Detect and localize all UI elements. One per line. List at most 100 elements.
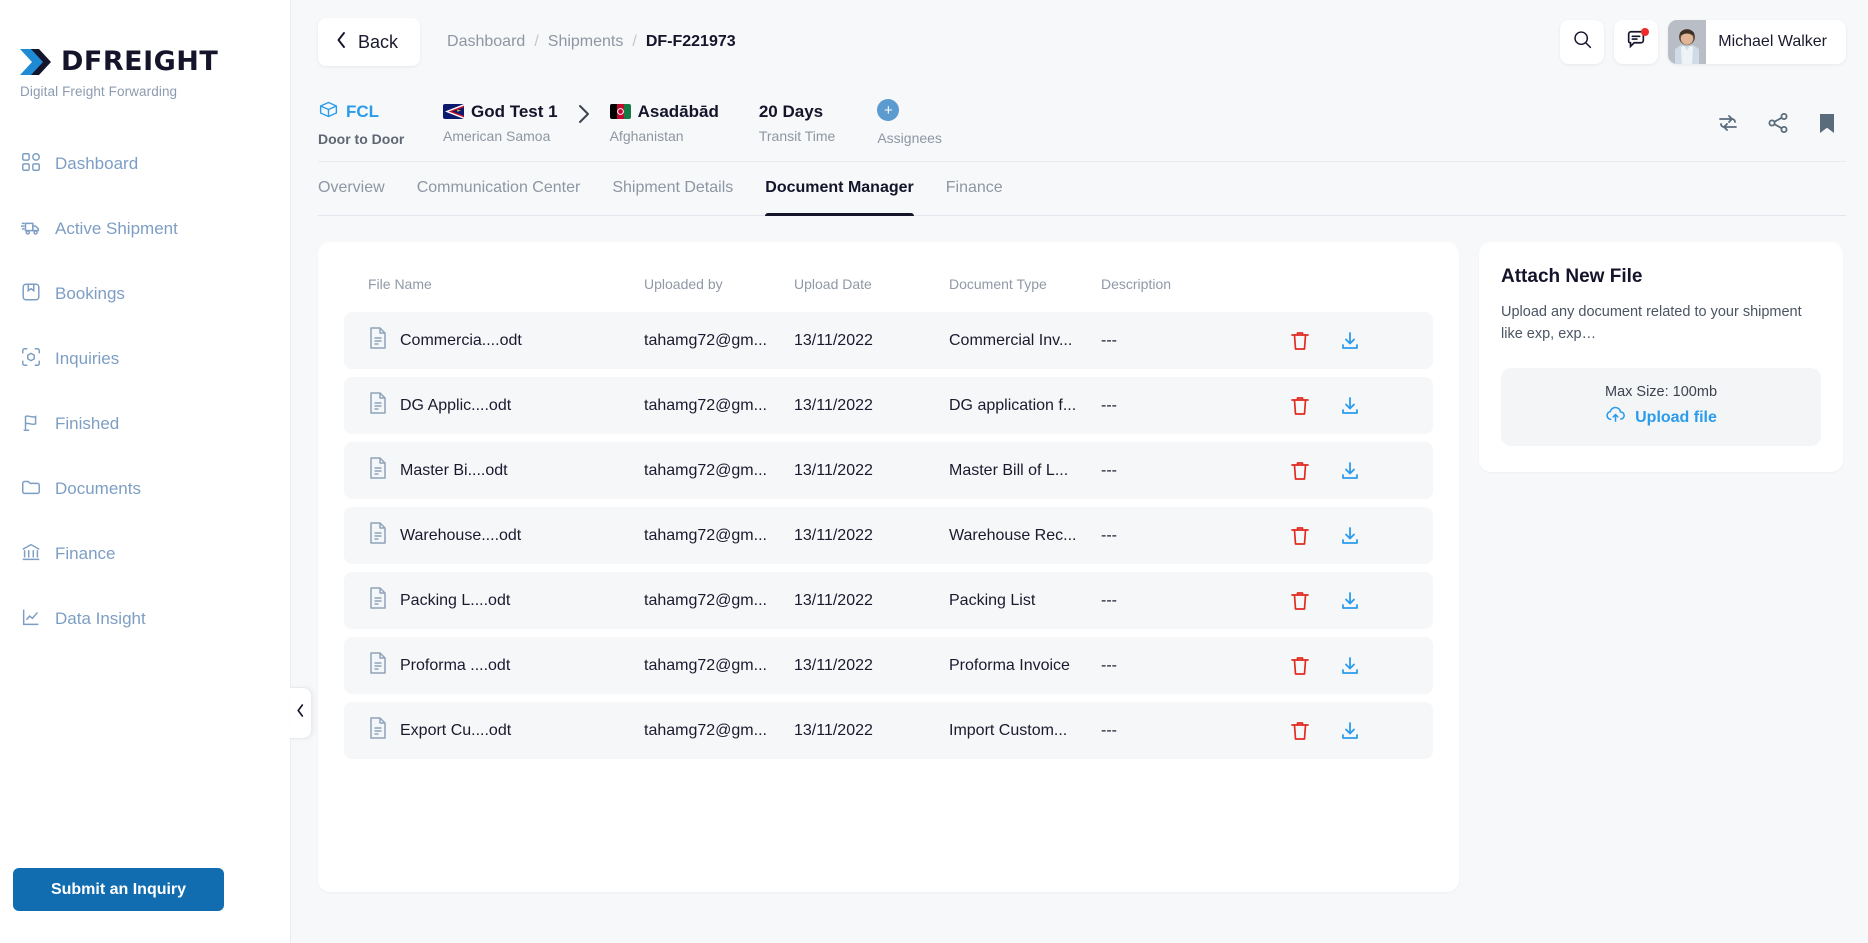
sidebar-item-bookings[interactable]: Bookings [0, 275, 290, 313]
table-row[interactable]: Master Bi....odt tahamg72@gm... 13/11/2022… [344, 442, 1433, 499]
grid-icon [20, 151, 42, 178]
delete-icon[interactable] [1289, 394, 1311, 418]
bookmark-icon[interactable] [1816, 111, 1838, 135]
file-name-text: Export Cu....odt [400, 721, 512, 739]
cell-uploaded-by: tahamg72@gm... [644, 591, 767, 609]
summary-assignees-label: Assignees [877, 130, 942, 146]
cell-description: --- [1101, 721, 1117, 739]
cell-upload-date: 13/11/2022 [794, 526, 873, 544]
cell-description: --- [1101, 526, 1117, 544]
cell-document-type: DG application f... [949, 396, 1077, 414]
cell-uploaded-by: tahamg72@gm... [644, 396, 767, 414]
documents-table-card: File Name Uploaded by Upload Date Docume… [318, 242, 1459, 892]
brand-logo[interactable]: DFREIGHT Digital Freight Forwarding [0, 0, 290, 99]
summary-destination-country: Afghanistan [609, 127, 684, 144]
download-icon[interactable] [1339, 329, 1361, 353]
delete-icon[interactable] [1289, 654, 1311, 678]
cell-file-name: Packing L....odt [344, 572, 644, 629]
submit-inquiry-button[interactable]: Submit an Inquiry [13, 868, 224, 911]
download-icon[interactable] [1339, 589, 1361, 613]
breadcrumb: Dashboard / Shipments / DF-F221973 [447, 33, 736, 51]
notification-badge [1641, 28, 1650, 36]
delete-icon[interactable] [1289, 589, 1311, 613]
flag-afghanistan-icon [609, 104, 631, 119]
sidebar-item-documents[interactable]: Documents [0, 470, 290, 508]
sidebar-item-dashboard[interactable]: Dashboard [0, 145, 290, 183]
sidebar-item-active-shipment[interactable]: Active Shipment [0, 210, 290, 248]
delete-icon[interactable] [1289, 459, 1311, 483]
main-area: Back Dashboard / Shipments / DF-F221973 [291, 0, 1868, 943]
sidebar-item-finance[interactable]: Finance [0, 535, 290, 573]
table-header: File Name Uploaded by Upload Date Docume… [344, 276, 1433, 304]
file-name-text: Proforma ....odt [400, 656, 511, 674]
sidebar-item-finished[interactable]: Finished [0, 405, 290, 443]
download-icon[interactable] [1339, 654, 1361, 678]
table-row[interactable]: Commercia....odt tahamg72@gm... 13/11/2022… [344, 312, 1433, 369]
tab-overview[interactable]: Overview [318, 162, 385, 215]
file-name-text: Packing L....odt [400, 591, 511, 609]
cell-upload-date: 13/11/2022 [794, 721, 873, 739]
flag-american-samoa-icon [443, 104, 464, 119]
tab-communication-center[interactable]: Communication Center [417, 162, 581, 215]
delete-icon[interactable] [1289, 719, 1311, 743]
cell-upload-date: 13/11/2022 [794, 591, 873, 609]
cell-document-type: Proforma Invoice [949, 656, 1070, 674]
column-header-uploaded-by: Uploaded by [644, 276, 723, 292]
file-icon [368, 326, 388, 355]
truck-icon [20, 216, 42, 243]
table-row[interactable]: DG Applic....odt tahamg72@gm... 13/11/2022… [344, 377, 1433, 434]
cell-description: --- [1101, 461, 1117, 479]
summary-transit-value: 20 Days [758, 101, 824, 121]
delete-icon[interactable] [1289, 329, 1311, 353]
breadcrumb-item-shipments[interactable]: Shipments [548, 33, 624, 51]
search-button[interactable] [1560, 20, 1605, 64]
messages-button[interactable] [1614, 20, 1659, 64]
download-icon[interactable] [1339, 524, 1361, 548]
sidebar-nav: Dashboard Active Shipment Bookings Inqui… [0, 145, 290, 638]
cell-actions [1281, 637, 1433, 694]
summary-transit-label: Transit Time [758, 127, 836, 144]
download-icon[interactable] [1339, 394, 1361, 418]
sidebar-item-inquiries[interactable]: Inquiries [0, 340, 290, 378]
file-icon [368, 391, 388, 420]
delete-icon[interactable] [1289, 524, 1311, 548]
refresh-icon[interactable] [1716, 111, 1740, 135]
file-name-text: Master Bi....odt [400, 461, 508, 479]
summary-destination-city: Asadābād [637, 101, 719, 121]
tab-shipment-details[interactable]: Shipment Details [612, 162, 733, 215]
add-assignee-button[interactable]: + [877, 99, 900, 121]
cell-uploaded-by: tahamg72@gm... [644, 721, 767, 739]
sidebar-collapse-toggle[interactable] [290, 687, 312, 739]
share-icon[interactable] [1766, 111, 1790, 135]
summary-assignees: + Assignees [877, 99, 942, 146]
sidebar-item-label: Inquiries [55, 349, 120, 368]
cell-document-type: Import Custom... [949, 721, 1068, 739]
download-icon[interactable] [1339, 459, 1361, 483]
max-size-label: Max Size: 100mb [1604, 384, 1718, 400]
table-row[interactable]: Export Cu....odt tahamg72@gm... 13/11/2022… [344, 702, 1433, 759]
table-row[interactable]: Packing L....odt tahamg72@gm... 13/11/2022… [344, 572, 1433, 629]
sidebar-item-label: Active Shipment [55, 219, 178, 238]
cell-file-name: Master Bi....odt [344, 442, 644, 499]
user-menu[interactable]: Michael Walker [1668, 20, 1846, 64]
tab-finance[interactable]: Finance [946, 162, 1003, 215]
upload-file-button[interactable]: Upload file [1605, 406, 1717, 429]
column-header-document-type: Document Type [949, 276, 1047, 292]
table-row[interactable]: Warehouse....odt tahamg72@gm... 13/11/2022… [344, 507, 1433, 564]
cell-upload-date: 13/11/2022 [794, 396, 873, 414]
cell-description: --- [1101, 656, 1117, 674]
dfreight-logo-icon [18, 47, 52, 77]
file-dropzone[interactable]: Max Size: 100mb Upload file [1501, 367, 1821, 446]
cell-actions [1281, 312, 1433, 369]
tab-document-manager[interactable]: Document Manager [765, 162, 915, 216]
shipment-summary-bar: FCL Door to Door God Test 1 American Sam… [318, 84, 1846, 162]
back-button[interactable]: Back [318, 18, 421, 66]
top-bar-actions: Michael Walker [1560, 20, 1846, 64]
table-row[interactable]: Proforma ....odt tahamg72@gm... 13/11/2022… [344, 637, 1433, 694]
sidebar-item-data-insight[interactable]: Data Insight [0, 600, 290, 638]
download-icon[interactable] [1339, 719, 1361, 743]
breadcrumb-item-dashboard[interactable]: Dashboard [447, 33, 525, 51]
sidebar-item-label: Data Insight [55, 609, 146, 628]
column-header-description: Description [1101, 276, 1172, 292]
folder-icon [20, 476, 42, 503]
